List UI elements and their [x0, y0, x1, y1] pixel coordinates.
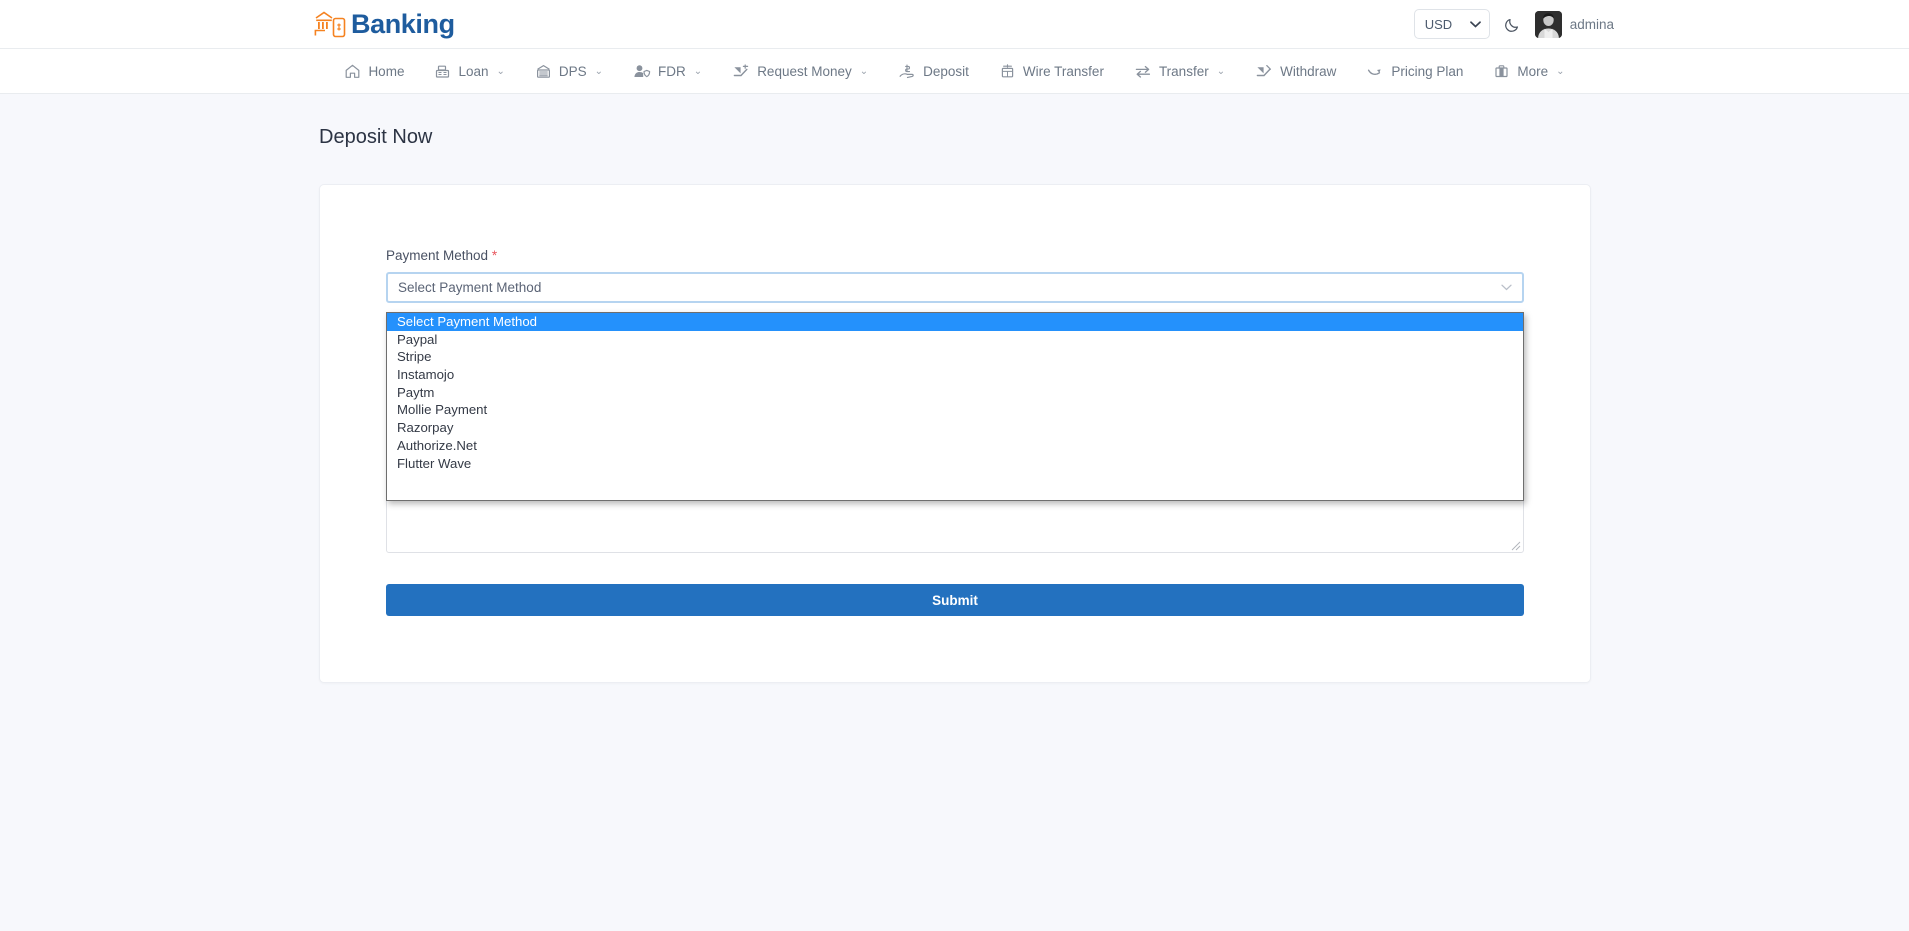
wire-transfer-icon: [999, 63, 1016, 80]
nav-label: Home: [368, 64, 404, 79]
chevron-down-icon: [1470, 21, 1481, 28]
chevron-down-icon: ⌄: [595, 66, 603, 77]
nav-label: Loan: [458, 64, 488, 79]
dropdown-option[interactable]: Paypal: [387, 331, 1523, 349]
briefcase-icon: [1493, 63, 1510, 80]
payment-method-label: Payment Method *: [386, 248, 1524, 263]
user-menu[interactable]: admina: [1535, 11, 1614, 38]
dropdown-option[interactable]: Paytm: [387, 384, 1523, 402]
chevron-down-icon: ⌄: [1217, 66, 1225, 77]
nav-item-transfer[interactable]: Transfer ⌄: [1119, 49, 1240, 94]
nav-item-withdraw[interactable]: Withdraw: [1240, 49, 1351, 94]
nav-item-pricing-plan[interactable]: Pricing Plan: [1351, 49, 1478, 94]
cash-register-icon: [434, 63, 451, 80]
nav-item-fdr[interactable]: FDR ⌄: [618, 49, 717, 94]
nav-label: DPS: [559, 64, 587, 79]
nav-label: Pricing Plan: [1391, 64, 1463, 79]
dropdown-option[interactable]: Instamojo: [387, 366, 1523, 384]
nav-label: More: [1517, 64, 1548, 79]
user-shield-icon: [633, 63, 651, 80]
payment-method-select[interactable]: Select Payment Method: [386, 272, 1524, 303]
brand-logo[interactable]: Banking: [313, 9, 455, 39]
page-title: Deposit Now: [319, 126, 1909, 149]
avatar: [1535, 11, 1562, 38]
nav-item-dps[interactable]: DPS ⌄: [520, 49, 618, 94]
nav-label: FDR: [658, 64, 686, 79]
deposit-form: Payment Method * Select Payment Method: [386, 248, 1524, 303]
nav-item-deposit[interactable]: Deposit: [883, 49, 984, 94]
payment-method-dropdown-list[interactable]: Select Payment Method Paypal Stripe Inst…: [386, 312, 1524, 501]
username-label: admina: [1570, 17, 1614, 32]
nav-item-loan[interactable]: Loan ⌄: [419, 49, 519, 94]
currency-select[interactable]: USD: [1414, 9, 1490, 39]
pricing-plan-icon: [1366, 63, 1384, 80]
submit-button[interactable]: Submit: [386, 584, 1524, 616]
withdraw-icon: [1255, 63, 1273, 80]
header-right-group: USD admina: [1414, 9, 1614, 39]
chevron-down-icon: ⌄: [497, 66, 505, 77]
chevron-down-icon: ⌄: [860, 66, 868, 77]
dropdown-option[interactable]: Flutter Wave: [387, 455, 1523, 473]
top-header: Banking USD admina: [0, 0, 1909, 49]
chevron-down-icon: ⌄: [1556, 66, 1564, 77]
dropdown-option[interactable]: Select Payment Method: [387, 313, 1523, 331]
payment-method-label-text: Payment Method: [386, 248, 488, 263]
home-icon: [344, 63, 361, 80]
dropdown-option[interactable]: Stripe: [387, 348, 1523, 366]
nav-item-wire-transfer[interactable]: Wire Transfer: [984, 49, 1119, 94]
nav-item-more[interactable]: More ⌄: [1478, 49, 1579, 94]
nav-label: Request Money: [757, 64, 852, 79]
bank-icon: [535, 63, 552, 80]
chevron-down-icon: [1501, 284, 1512, 291]
required-marker: *: [492, 248, 497, 263]
moon-icon[interactable]: [1504, 16, 1521, 33]
currency-selected-value: USD: [1425, 17, 1452, 32]
dropdown-option[interactable]: Authorize.Net: [387, 437, 1523, 455]
main-navigation: Home Loan ⌄ DPS ⌄ FDR ⌄: [0, 49, 1909, 94]
nav-item-request-money[interactable]: Request Money ⌄: [717, 49, 883, 94]
brand-name: Banking: [351, 11, 455, 38]
exchange-arrows-icon: [1134, 63, 1152, 80]
nav-label: Withdraw: [1280, 64, 1336, 79]
dropdown-option[interactable]: Razorpay: [387, 419, 1523, 437]
payment-method-selected-value: Select Payment Method: [398, 280, 541, 295]
hand-request-icon: [732, 63, 750, 80]
chevron-down-icon: ⌄: [694, 66, 702, 77]
nav-item-home[interactable]: Home: [329, 49, 419, 94]
resize-handle-icon[interactable]: [1511, 541, 1521, 551]
dropdown-option[interactable]: Mollie Payment: [387, 401, 1523, 419]
nav-label: Deposit: [923, 64, 969, 79]
bank-phone-logo-icon: [313, 9, 347, 39]
nav-label: Transfer: [1159, 64, 1209, 79]
hand-dollar-icon: [898, 63, 916, 80]
nav-label: Wire Transfer: [1023, 64, 1104, 79]
